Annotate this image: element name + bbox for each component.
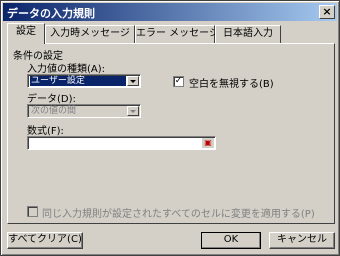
chevron-down-icon[interactable] bbox=[127, 76, 139, 86]
data-validation-dialog: データの入力規則 × 設定 入力時メッセージ エラー メッセージ 日本語入力 条… bbox=[0, 0, 340, 256]
range-select-icon[interactable]: ▣ bbox=[202, 138, 214, 148]
allow-dropdown-value: ユーザー設定 bbox=[30, 76, 126, 86]
formula-label: 数式(F): bbox=[27, 126, 64, 137]
clear-all-button[interactable]: すべてクリア(C) bbox=[7, 232, 83, 249]
data-dropdown-value: 次の値の間 bbox=[31, 106, 77, 116]
tab-input-message[interactable]: 入力時メッセージ bbox=[45, 25, 135, 43]
allow-label: 入力値の種類(A): bbox=[27, 64, 106, 75]
chevron-down-icon bbox=[127, 106, 139, 116]
tab-error-alert[interactable]: エラー メッセージ bbox=[135, 25, 219, 43]
dialog-title: データの入力規則 bbox=[7, 7, 95, 20]
close-icon[interactable]: × bbox=[319, 5, 335, 19]
ignore-blank-label[interactable]: 空白を無視する(B) bbox=[189, 75, 274, 90]
ok-button[interactable]: OK bbox=[201, 232, 261, 249]
data-dropdown: 次の値の間 bbox=[27, 104, 141, 118]
formula-input[interactable]: ▣ bbox=[27, 136, 216, 150]
allow-dropdown[interactable]: ユーザー設定 bbox=[27, 74, 141, 88]
checkmark-icon: ✓ bbox=[174, 76, 183, 86]
title-bar[interactable]: データの入力規則 × bbox=[3, 3, 337, 21]
tab-ime[interactable]: 日本語入力 bbox=[215, 25, 281, 43]
data-label: データ(D): bbox=[27, 94, 76, 105]
cancel-button[interactable]: キャンセル bbox=[269, 232, 335, 249]
apply-all-label: 同じ入力規則が設定されたすべてのセルに変更を適用する(P) bbox=[42, 209, 315, 220]
apply-all-checkbox bbox=[27, 206, 38, 217]
tab-settings[interactable]: 設定 bbox=[7, 23, 45, 44]
settings-panel: 条件の設定 入力値の種類(A): ユーザー設定 ✓ 空白を無視する(B) データ… bbox=[7, 43, 335, 224]
ignore-blank-checkbox[interactable]: ✓ bbox=[173, 76, 184, 87]
